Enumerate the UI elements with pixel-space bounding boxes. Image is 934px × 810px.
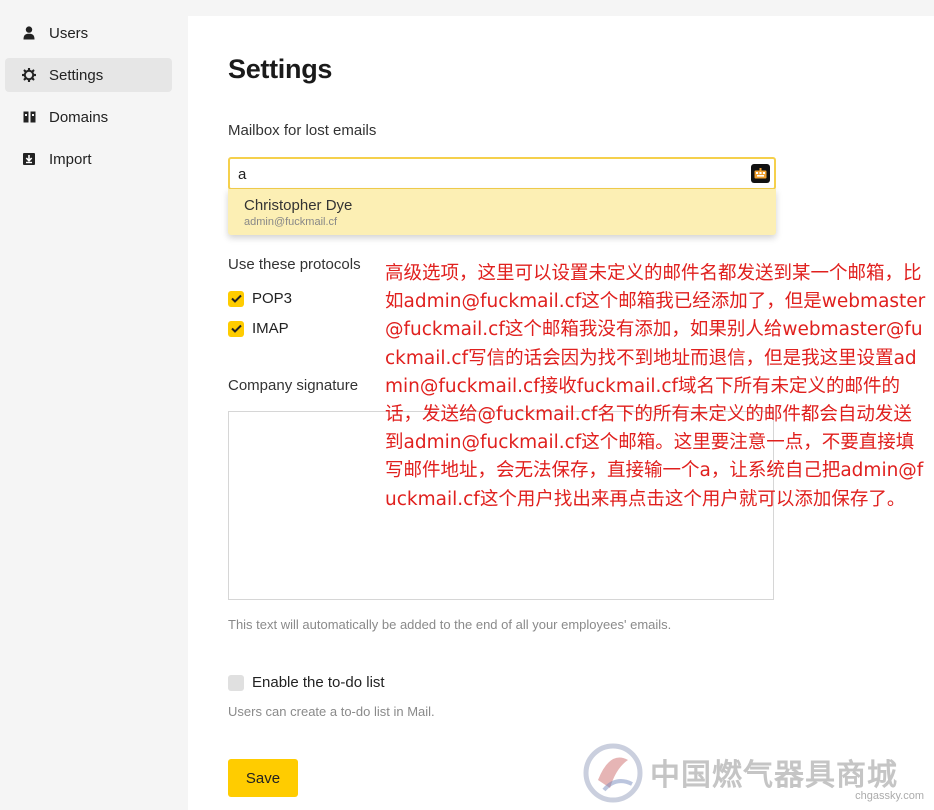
sidebar-item-settings[interactable]: Settings bbox=[5, 58, 172, 92]
signature-label: Company signature bbox=[228, 377, 359, 394]
todo-label: Enable the to-do list bbox=[252, 674, 385, 691]
page-title: Settings bbox=[228, 54, 333, 84]
watermark-url: chgassky.com bbox=[855, 790, 924, 802]
suggestion-item[interactable]: Christopher Dye admin@fuckmail.cf bbox=[228, 189, 776, 235]
suggestion-email: admin@fuckmail.cf bbox=[244, 216, 338, 228]
user-icon bbox=[21, 25, 37, 41]
suggestion-name: Christopher Dye bbox=[244, 197, 353, 214]
pop3-checkbox[interactable] bbox=[228, 290, 244, 307]
import-icon bbox=[21, 151, 37, 167]
todo-option[interactable]: Enable the to-do list bbox=[228, 674, 385, 691]
sidebar: Users Settings Domains Import bbox=[0, 0, 188, 810]
sidebar-item-domains[interactable]: Domains bbox=[5, 100, 172, 134]
annotation-text: 高级选项，这里可以设置未定义的邮件名都发送到某一个邮箱，比如admin@fuck… bbox=[385, 263, 926, 510]
sidebar-item-label: Users bbox=[49, 24, 89, 42]
gear-icon bbox=[21, 67, 37, 83]
sidebar-item-label: Domains bbox=[49, 108, 109, 126]
todo-checkbox[interactable] bbox=[228, 674, 244, 691]
checkmark-icon bbox=[230, 324, 242, 333]
lost-mailbox-input[interactable] bbox=[238, 164, 738, 184]
signature-hint: This text will automatically be added to… bbox=[228, 617, 672, 632]
todo-hint: Users can create a to-do list in Mail. bbox=[228, 704, 435, 719]
lost-mailbox-label: Mailbox for lost emails bbox=[228, 122, 377, 139]
watermark-logo-icon bbox=[583, 743, 643, 803]
sidebar-item-label: Settings bbox=[49, 66, 104, 84]
domains-icon bbox=[21, 109, 37, 125]
imap-label: IMAP bbox=[252, 320, 289, 337]
sidebar-item-import[interactable]: Import bbox=[5, 142, 172, 176]
pop3-label: POP3 bbox=[252, 290, 293, 307]
save-button[interactable]: Save bbox=[228, 759, 298, 797]
protocols-label: Use these protocols bbox=[228, 256, 361, 273]
keyboard-layout-icon[interactable] bbox=[751, 164, 770, 183]
watermark-text: 中国燃气器具商城 bbox=[650, 758, 898, 793]
pop3-option[interactable]: POP3 bbox=[228, 290, 292, 307]
watermark: 中国燃气器具商城 chgassky.com bbox=[580, 740, 934, 810]
imap-checkbox[interactable] bbox=[228, 320, 244, 337]
imap-option[interactable]: IMAP bbox=[228, 320, 289, 337]
sidebar-item-label: Import bbox=[49, 150, 92, 168]
sidebar-item-users[interactable]: Users bbox=[5, 16, 172, 50]
checkmark-icon bbox=[230, 294, 242, 303]
lost-mailbox-field[interactable] bbox=[228, 157, 776, 190]
